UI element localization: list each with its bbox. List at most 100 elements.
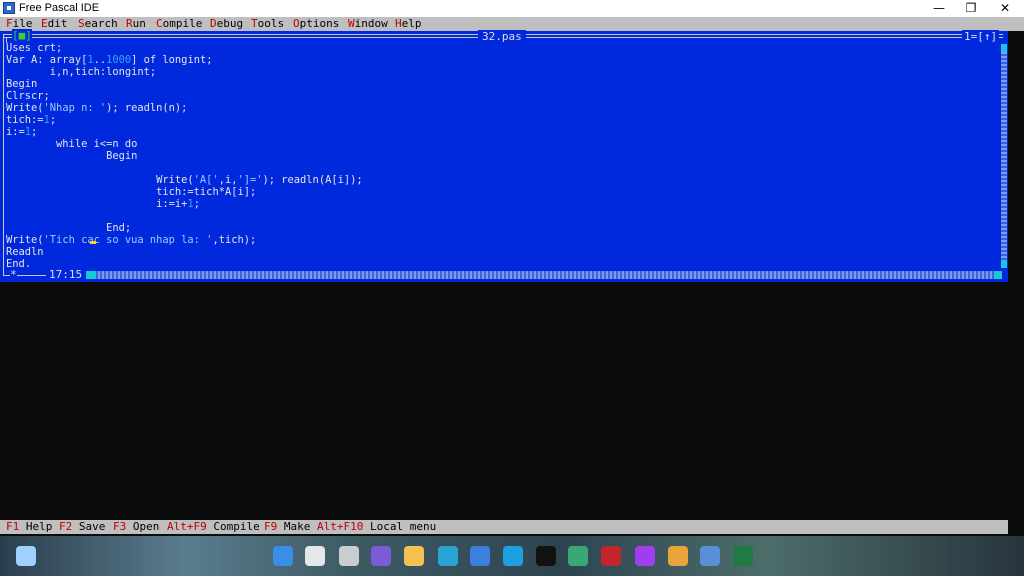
menu-edit[interactable]: Edit bbox=[41, 17, 68, 31]
menu-options[interactable]: Options bbox=[293, 17, 339, 31]
status-label: Make bbox=[277, 520, 311, 533]
chat-icon[interactable] bbox=[371, 546, 391, 566]
menu-debug[interactable]: Debug bbox=[210, 17, 243, 31]
code-line: Begin bbox=[6, 150, 137, 162]
scroll-right-arrow-icon[interactable] bbox=[994, 271, 1002, 279]
weather-icon[interactable] bbox=[16, 546, 36, 566]
app-c-icon[interactable] bbox=[503, 546, 523, 566]
status-label: Help bbox=[19, 520, 53, 533]
start-icon[interactable] bbox=[273, 546, 293, 566]
menu-search[interactable]: Search bbox=[78, 17, 118, 31]
code-token: Write( bbox=[6, 234, 44, 246]
scroll-up-arrow-icon[interactable] bbox=[1001, 44, 1007, 52]
status-local-menu[interactable]: Alt+F10 Local menu bbox=[317, 520, 436, 534]
status-label: Compile bbox=[206, 520, 260, 533]
excel-icon[interactable] bbox=[733, 546, 753, 566]
code-token: ,i, bbox=[218, 174, 238, 186]
scroll-left-arrow-icon[interactable] bbox=[86, 271, 96, 279]
minimize-button[interactable]: — bbox=[922, 0, 956, 17]
code-token: ; bbox=[31, 126, 38, 138]
task-view-icon[interactable] bbox=[339, 546, 359, 566]
code-line: i:=i+1; bbox=[6, 198, 200, 210]
menu-compile[interactable]: Compile bbox=[156, 17, 202, 31]
code-token: 1000 bbox=[106, 54, 132, 66]
menu-label: ools bbox=[257, 17, 285, 30]
status-compile[interactable]: Alt+F9 Compile bbox=[167, 520, 260, 534]
search-icon[interactable] bbox=[305, 546, 325, 566]
code-token: i:= bbox=[6, 126, 25, 138]
restore-button[interactable]: ❐ bbox=[954, 0, 988, 17]
free-pascal-icon[interactable] bbox=[700, 546, 720, 566]
editor-close-box[interactable]: [■] bbox=[12, 29, 32, 42]
code-token: .. bbox=[93, 54, 107, 66]
status-open[interactable]: F3 Open bbox=[113, 520, 159, 534]
code-line: Write('Tich cac so vua nhap la: ',tich); bbox=[6, 234, 256, 246]
code-token: Begin bbox=[6, 150, 138, 162]
menu-label: dit bbox=[47, 17, 68, 30]
code-token: ); readln(A[i]); bbox=[262, 174, 363, 186]
code-token: Write( bbox=[6, 102, 44, 114]
status-key: F1 bbox=[6, 520, 20, 533]
code-token: Write( bbox=[6, 174, 194, 186]
code-line: Var A: array[1..1000] of longint; bbox=[6, 54, 212, 66]
code-line: Write('Nhap n: '); readln(n); bbox=[6, 102, 187, 114]
code-line: tich:=tich*A[i]; bbox=[6, 186, 256, 198]
menu-hotkey: T bbox=[251, 17, 258, 30]
menu-help[interactable]: Help bbox=[395, 17, 422, 31]
menu-hotkey: O bbox=[293, 17, 300, 30]
code-token: 'Tich cac so vua nhap la: ' bbox=[43, 234, 213, 246]
code-token: tich:=tich*A[i]; bbox=[6, 186, 257, 198]
editor-window[interactable]: [■] 32.pas 1=[↑] Uses crt; Var A: array[1… bbox=[0, 29, 1008, 282]
status-label: Save bbox=[72, 520, 106, 533]
app-red-icon[interactable] bbox=[601, 546, 621, 566]
code-line: i,n,tich:longint; bbox=[6, 66, 156, 78]
code-line: Uses crt; bbox=[6, 42, 62, 54]
code-token: ] of longint; bbox=[131, 54, 213, 66]
modified-indicator: * bbox=[10, 268, 17, 281]
code-token: End; bbox=[6, 222, 132, 234]
menu-run[interactable]: Run bbox=[126, 17, 146, 31]
messenger-icon[interactable] bbox=[635, 546, 655, 566]
status-key: F3 bbox=[113, 520, 127, 533]
status-key: Alt+F10 bbox=[317, 520, 364, 533]
menu-hotkey: S bbox=[78, 17, 85, 30]
menu-hotkey: H bbox=[395, 17, 402, 30]
file-explorer-icon[interactable] bbox=[404, 546, 424, 566]
code-line: Write('A[',i,']='); readln(A[i]); bbox=[6, 174, 363, 186]
menu-label: indow bbox=[354, 17, 388, 30]
store-icon[interactable] bbox=[470, 546, 490, 566]
app-download-icon[interactable] bbox=[568, 546, 588, 566]
code-token: Clrscr; bbox=[6, 90, 50, 102]
code-token: Readln bbox=[6, 246, 44, 258]
tiktok-icon[interactable] bbox=[536, 546, 556, 566]
code-line: while i<=n do bbox=[6, 138, 137, 150]
horizontal-scrollbar[interactable] bbox=[86, 271, 1000, 279]
status-bar: F1 Help F2 Save F3 Open Alt+F9 Compile F… bbox=[0, 520, 1008, 534]
code-token: ); readln(n); bbox=[106, 102, 188, 114]
menu-bar: File Edit Search Run Compile Debug Tools… bbox=[0, 17, 1024, 31]
scroll-down-arrow-icon[interactable] bbox=[1001, 260, 1007, 268]
code-token: ; bbox=[193, 198, 200, 210]
menu-hotkey: R bbox=[126, 17, 133, 30]
status-make[interactable]: F9 Make bbox=[264, 520, 310, 534]
editor-window-number[interactable]: 1=[↑] bbox=[962, 30, 1000, 43]
code-line: tich:=1; bbox=[6, 114, 56, 126]
menu-label: un bbox=[132, 17, 146, 30]
edge-icon[interactable] bbox=[438, 546, 458, 566]
free-pascal-app-icon bbox=[3, 2, 15, 14]
status-help[interactable]: F1 Help bbox=[6, 520, 52, 534]
menu-label: ptions bbox=[299, 17, 340, 30]
menu-hotkey: C bbox=[156, 17, 163, 30]
menu-label: elp bbox=[401, 17, 422, 30]
chrome-icon[interactable] bbox=[668, 546, 688, 566]
status-key: F9 bbox=[264, 520, 278, 533]
cursor-position: 17:15 bbox=[46, 268, 86, 281]
menu-window[interactable]: Window bbox=[348, 17, 388, 31]
code-token: 'A[' bbox=[193, 174, 219, 186]
vertical-scrollbar[interactable] bbox=[1001, 44, 1007, 268]
status-key: Alt+F9 bbox=[167, 520, 207, 533]
menu-tools[interactable]: Tools bbox=[251, 17, 284, 31]
close-button[interactable]: ✕ bbox=[988, 0, 1022, 17]
menu-hotkey: E bbox=[41, 17, 48, 30]
status-save[interactable]: F2 Save bbox=[59, 520, 105, 534]
